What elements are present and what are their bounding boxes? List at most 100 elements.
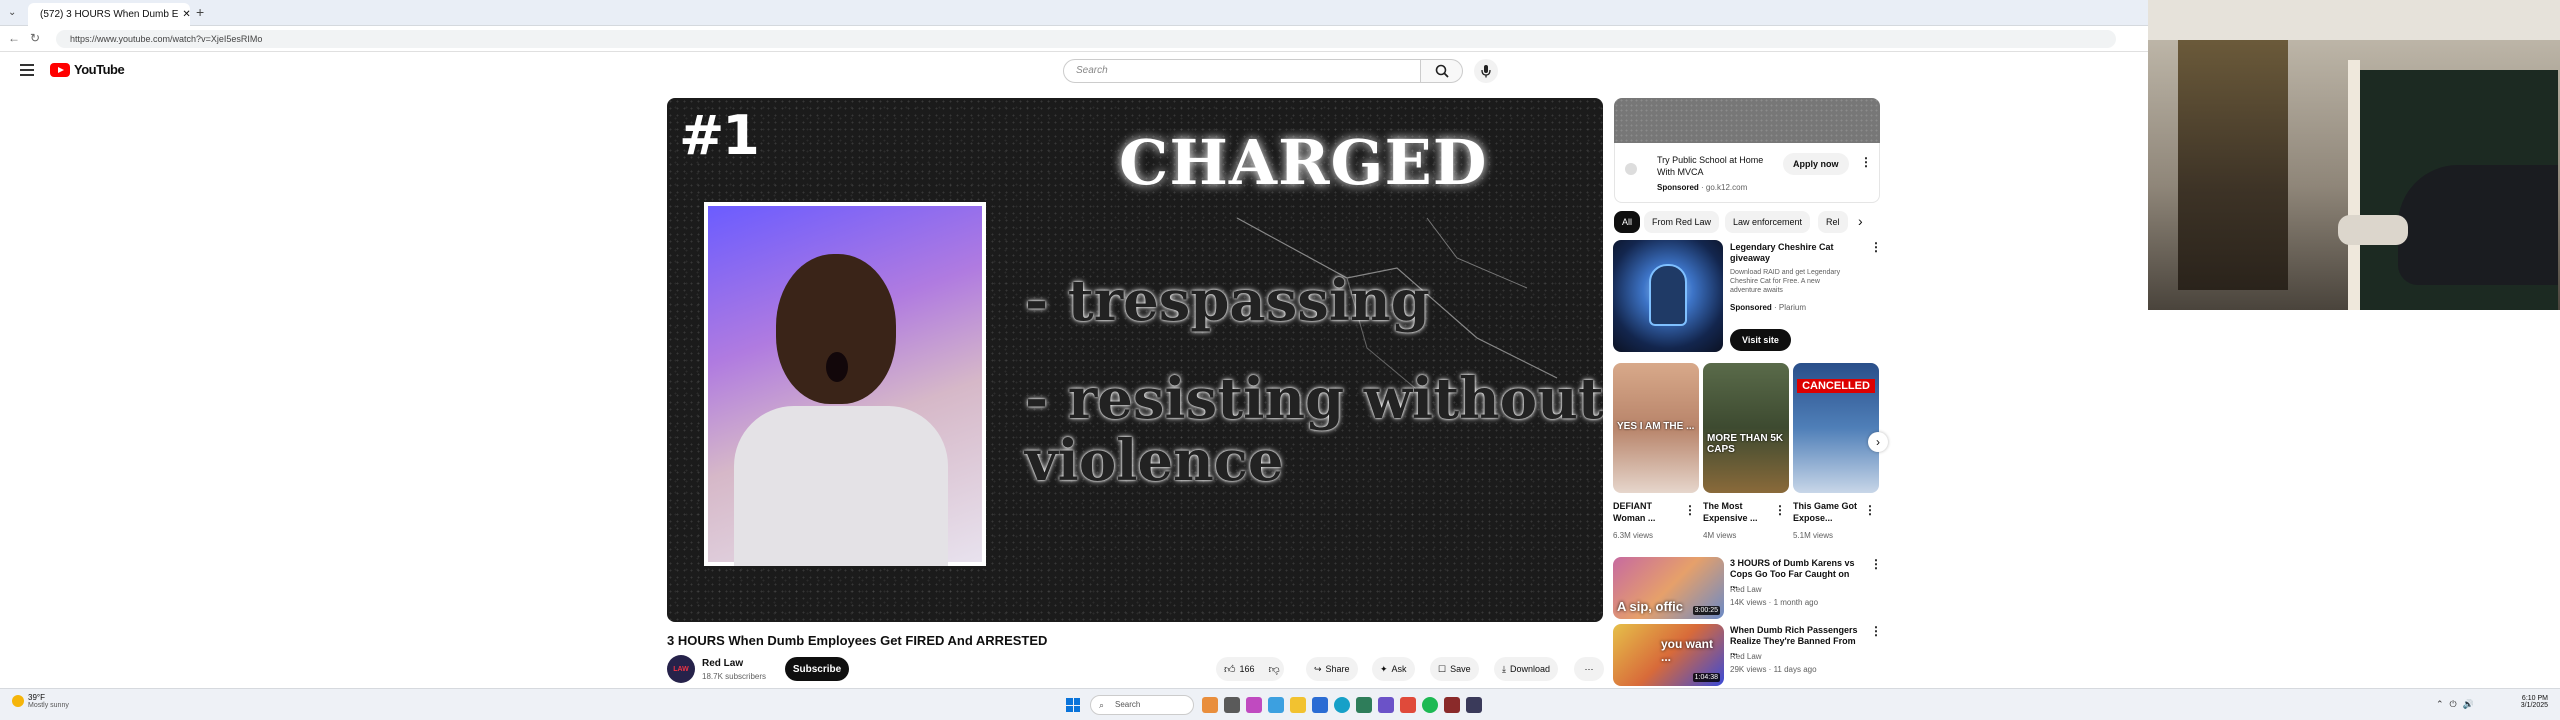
ad-more-icon[interactable]: ⋮: [1860, 155, 1872, 169]
app-icon[interactable]: [1444, 697, 1460, 713]
app-icon[interactable]: [1400, 697, 1416, 713]
webcam-overlay: [2148, 0, 2560, 310]
reload-icon[interactable]: ↻: [30, 31, 40, 45]
subscribe-button[interactable]: Subscribe: [785, 657, 849, 681]
ad-logo: [1625, 163, 1637, 175]
apply-now-button[interactable]: Apply now: [1783, 153, 1849, 175]
tab-list-icon[interactable]: ⌄: [8, 7, 16, 18]
short-title[interactable]: This Game Got Expose...: [1793, 500, 1863, 524]
short-more-icon[interactable]: ⋮: [1864, 503, 1876, 517]
ad-card[interactable]: Try Public School at Home With MVCA Spon…: [1614, 143, 1880, 203]
short-thumbnail[interactable]: CANCELLED: [1793, 363, 1879, 493]
share-label: Share: [1325, 664, 1350, 674]
youtube-play-icon: [50, 62, 70, 77]
clock-time: 6:10 PM: [2521, 695, 2548, 702]
search-input[interactable]: Search: [1063, 59, 1421, 83]
chip-related[interactable]: Rel: [1818, 211, 1848, 233]
taskbar-search[interactable]: ⌕ Search: [1090, 695, 1194, 715]
search-button[interactable]: [1421, 59, 1463, 83]
short-title[interactable]: DEFIANT Woman ...: [1613, 500, 1683, 524]
ad-banner-image[interactable]: [1614, 98, 1880, 143]
voice-search-button[interactable]: [1474, 59, 1498, 83]
channel-name[interactable]: Red Law: [702, 658, 743, 669]
promo-title[interactable]: Legendary Cheshire Cat giveaway: [1730, 242, 1840, 264]
subscriber-count: 18.7K subscribers: [702, 672, 767, 681]
more-actions-button[interactable]: ⋯: [1574, 657, 1604, 681]
youtube-logo[interactable]: YouTube: [50, 62, 125, 77]
chevron-right-icon[interactable]: ›: [1858, 213, 1863, 229]
tab-title: (572) 3 HOURS When Dumb E: [40, 9, 179, 20]
charge-item: violence: [1025, 428, 1284, 494]
save-label: Save: [1450, 664, 1471, 674]
channel-avatar[interactable]: LAW: [667, 655, 695, 683]
ad-sponsor: Sponsored: [1657, 183, 1699, 192]
like-button[interactable]: 👍︎ 166 👎︎: [1216, 657, 1284, 681]
ad-domain: go.k12.com: [1705, 183, 1748, 192]
related-overlay-text: you want ...: [1661, 637, 1714, 664]
edge-icon[interactable]: [1334, 697, 1350, 713]
tab-youtube[interactable]: (572) 3 HOURS When Dumb E ✕: [28, 3, 190, 26]
related-video-channel[interactable]: Red Law: [1730, 652, 1762, 661]
related-more-icon[interactable]: ⋮: [1870, 624, 1882, 638]
taskbar-search-label: Search: [1115, 700, 1141, 709]
url-field[interactable]: https://www.youtube.com/watch?v=XjeI5esR…: [56, 30, 2116, 48]
webcam-bed-frame: [2348, 60, 2360, 310]
save-icon: ☐: [1438, 663, 1447, 674]
like-count: 166: [1239, 664, 1255, 674]
chip-law-enforcement[interactable]: Law enforcement: [1725, 211, 1811, 233]
app-icon[interactable]: [1202, 697, 1218, 713]
short-more-icon[interactable]: ⋮: [1774, 503, 1786, 517]
more-icon: ⋯: [1584, 663, 1594, 674]
new-tab-icon[interactable]: +: [196, 4, 204, 20]
chip-from-red-law[interactable]: From Red Law: [1644, 211, 1720, 233]
related-more-icon[interactable]: ⋮: [1870, 557, 1882, 571]
app-icon[interactable]: [1224, 697, 1240, 713]
share-icon: ↪: [1314, 663, 1322, 674]
chip-all[interactable]: All: [1614, 211, 1641, 233]
app-icon[interactable]: [1378, 697, 1394, 713]
close-tab-icon[interactable]: ✕: [182, 9, 190, 20]
download-icon: ⤓: [1502, 663, 1506, 674]
clock[interactable]: 6:10 PM 3/1/2025: [2508, 695, 2548, 709]
browser-tab-bar: ⌄ (572) 3 HOURS When Dumb E ✕ +: [0, 0, 2148, 26]
related-video-meta: 29K views · 11 days ago: [1730, 665, 1817, 674]
video-player[interactable]: #1 CHARGED - trespassing - resisting wit…: [667, 98, 1603, 622]
search-icon: [1435, 64, 1449, 78]
rank-label: #1: [679, 104, 760, 167]
ask-icon: ✦: [1380, 663, 1388, 674]
short-more-icon[interactable]: ⋮: [1684, 503, 1696, 517]
related-overlay-text: A sip, offic: [1617, 599, 1683, 614]
ask-button[interactable]: ✦ Ask: [1372, 657, 1415, 681]
promo-thumbnail[interactable]: [1613, 240, 1723, 352]
menu-icon[interactable]: [20, 64, 34, 76]
system-tray-icons[interactable]: ⌃⏻🔊: [2436, 699, 2480, 710]
related-video-meta: 14K views · 1 month ago: [1730, 598, 1819, 607]
app-icon[interactable]: [1268, 697, 1284, 713]
windows-start-icon[interactable]: [1066, 698, 1080, 712]
back-icon[interactable]: ←: [8, 31, 20, 45]
share-button[interactable]: ↪ Share: [1306, 657, 1358, 681]
weather-widget[interactable]: 39°F Mostly sunny: [12, 693, 69, 709]
related-video-channel[interactable]: Red Law: [1730, 585, 1762, 594]
short-title[interactable]: The Most Expensive ...: [1703, 500, 1773, 524]
shorts-next-button[interactable]: ›: [1868, 432, 1888, 452]
webcam-clothes: [2178, 40, 2288, 290]
app-icon[interactable]: [1246, 697, 1262, 713]
dislike-icon[interactable]: 👎︎: [1269, 663, 1280, 676]
save-button[interactable]: ☐ Save: [1430, 657, 1479, 681]
file-explorer-icon[interactable]: [1290, 697, 1306, 713]
person-photo: [704, 202, 986, 566]
spotify-icon[interactable]: [1422, 697, 1438, 713]
app-icon[interactable]: [1356, 697, 1372, 713]
charge-item: - trespassing: [1025, 268, 1430, 334]
visit-site-button[interactable]: Visit site: [1730, 329, 1791, 351]
app-icon[interactable]: [1312, 697, 1328, 713]
short-thumbnail[interactable]: MORE THAN 5K CAPS: [1703, 363, 1789, 493]
short-overlay-text: CANCELLED: [1797, 379, 1875, 393]
promo-more-icon[interactable]: ⋮: [1870, 240, 1882, 254]
download-button[interactable]: ⤓ Download: [1494, 657, 1559, 681]
short-thumbnail[interactable]: YES I AM THE ...: [1613, 363, 1699, 493]
app-icon[interactable]: [1466, 697, 1482, 713]
related-video-thumbnail[interactable]: you want ... 1:04:38: [1613, 624, 1724, 686]
related-video-thumbnail[interactable]: A sip, offic 3:00:25: [1613, 557, 1724, 619]
